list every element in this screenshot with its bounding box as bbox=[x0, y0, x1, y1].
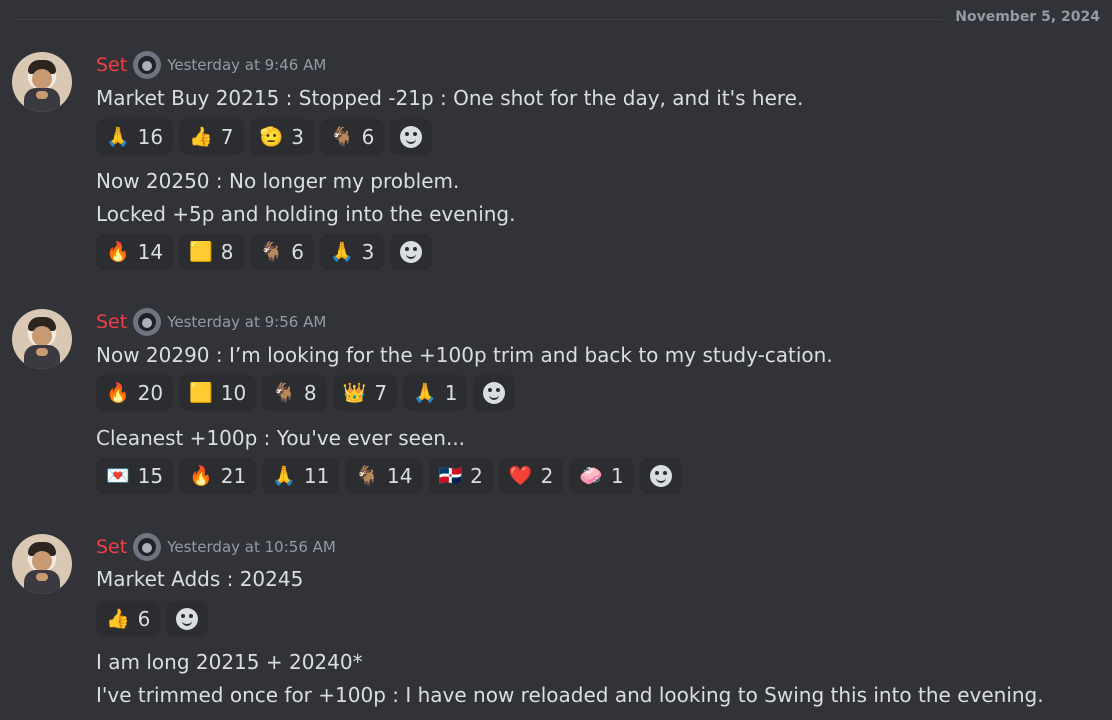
reaction-bar: 🔥 20 🟨 10 🐐 8 👑 7 🙏 1 bbox=[96, 375, 516, 411]
soap-icon: 🧼 bbox=[579, 464, 603, 487]
message-text: Locked +5p and holding into the evening. bbox=[96, 202, 516, 226]
message-text: Market Buy 20215 : Stopped -21p : One sh… bbox=[96, 86, 804, 110]
thumbs-up-icon: 👍 bbox=[189, 125, 213, 148]
message-header: Set Yesterday at 10:56 AM bbox=[96, 533, 336, 561]
reaction[interactable]: 🔥 20 bbox=[96, 375, 174, 411]
server-badge-icon[interactable] bbox=[133, 533, 162, 561]
reaction[interactable]: 🔥 14 bbox=[96, 234, 174, 270]
goat-icon: 🐐 bbox=[355, 464, 380, 487]
pray-icon: 🙏 bbox=[329, 240, 354, 263]
server-badge-icon[interactable] bbox=[133, 308, 162, 336]
reaction[interactable]: 🫡 3 bbox=[249, 119, 314, 155]
reaction[interactable]: 🙏 3 bbox=[319, 234, 385, 270]
divider-line bbox=[16, 19, 942, 20]
message-text: I am long 20215 + 20240* bbox=[96, 650, 363, 674]
add-reaction-button[interactable] bbox=[166, 601, 209, 637]
message-header: Set Yesterday at 9:46 AM bbox=[96, 51, 326, 79]
reaction[interactable]: 🐐 14 bbox=[345, 458, 423, 494]
pray-icon: 🙏 bbox=[413, 381, 437, 404]
goat-icon: 🐐 bbox=[329, 125, 354, 148]
message-text: Now 20250 : No longer my problem. bbox=[96, 169, 460, 193]
reaction[interactable]: 🔥 21 bbox=[179, 458, 257, 494]
goat-icon: 🐐 bbox=[272, 381, 296, 404]
date-label: November 5, 2024 bbox=[955, 9, 1100, 25]
only-one-set-icon: 🟨 bbox=[189, 381, 213, 404]
reaction[interactable]: 🧼 1 bbox=[569, 458, 634, 494]
pray-icon: 🙏 bbox=[106, 125, 130, 148]
add-reaction-button[interactable] bbox=[390, 234, 433, 270]
reaction[interactable]: ❤️ 2 bbox=[498, 458, 564, 494]
fire-icon: 🔥 bbox=[106, 240, 130, 263]
reaction[interactable]: 🐐 8 bbox=[262, 375, 327, 411]
reaction-bar: 🙏 16 👍 7 🫡 3 🐐 6 bbox=[96, 119, 433, 155]
smiley-icon bbox=[483, 382, 506, 404]
reaction[interactable]: 🟨 10 bbox=[179, 375, 257, 411]
reaction-bar: 🔥 14 🟨 8 🐐 6 🙏 3 bbox=[96, 234, 433, 270]
add-reaction-button[interactable] bbox=[639, 458, 682, 494]
reaction[interactable]: 🐐 6 bbox=[249, 234, 314, 270]
smiley-icon bbox=[176, 608, 199, 630]
avatar[interactable] bbox=[12, 309, 72, 369]
love-letter-icon: 💌 bbox=[106, 464, 130, 487]
reaction[interactable]: 💌 15 bbox=[96, 458, 174, 494]
smiley-icon bbox=[400, 126, 423, 148]
flag-icon: 🇩🇴 bbox=[438, 464, 463, 487]
server-badge-icon[interactable] bbox=[133, 51, 162, 79]
timestamp[interactable]: Yesterday at 9:46 AM bbox=[167, 56, 326, 74]
thumbs-up-icon: 👍 bbox=[106, 607, 130, 630]
message-text: I've trimmed once for +100p : I have now… bbox=[96, 683, 1044, 707]
username[interactable]: Set bbox=[96, 54, 127, 76]
goat-icon: 🐐 bbox=[259, 240, 284, 263]
fire-icon: 🔥 bbox=[189, 464, 213, 487]
message-text: Cleanest +100p : You've ever seen... bbox=[96, 426, 466, 450]
message-header: Set Yesterday at 9:56 AM bbox=[96, 308, 326, 336]
date-divider: November 5, 2024 bbox=[16, 0, 1112, 38]
smiley-icon bbox=[400, 241, 423, 263]
avatar[interactable] bbox=[12, 534, 72, 594]
smiley-icon bbox=[649, 465, 672, 487]
reaction[interactable]: 👍 7 bbox=[179, 119, 244, 155]
reaction-bar: 👍 6 bbox=[96, 601, 209, 637]
add-reaction-button[interactable] bbox=[390, 119, 433, 155]
reaction[interactable]: 🐐 6 bbox=[319, 119, 385, 155]
reaction[interactable]: 🟨 8 bbox=[179, 234, 244, 270]
only-one-set-icon: 🟨 bbox=[189, 240, 213, 263]
timestamp[interactable]: Yesterday at 9:56 AM bbox=[167, 313, 326, 331]
salute-icon: 🫡 bbox=[259, 125, 284, 148]
reaction[interactable]: 🇩🇴 2 bbox=[428, 458, 493, 494]
reaction[interactable]: 🙏 16 bbox=[96, 119, 174, 155]
reaction[interactable]: 👍 6 bbox=[96, 601, 161, 637]
avatar[interactable] bbox=[12, 52, 72, 112]
reaction[interactable]: 🙏 1 bbox=[403, 375, 468, 411]
pray-icon: 🙏 bbox=[272, 464, 296, 487]
message-text: Now 20290 : I’m looking for the +100p tr… bbox=[96, 343, 833, 367]
message-text: Market Adds : 20245 bbox=[96, 567, 304, 591]
crown-icon: 👑 bbox=[342, 381, 367, 404]
heart-icon: ❤️ bbox=[508, 464, 533, 487]
reaction[interactable]: 👑 7 bbox=[332, 375, 398, 411]
timestamp[interactable]: Yesterday at 10:56 AM bbox=[167, 538, 336, 556]
username[interactable]: Set bbox=[96, 311, 127, 333]
fire-icon: 🔥 bbox=[106, 381, 130, 404]
reaction-bar: 💌 15 🔥 21 🙏 11 🐐 14 🇩🇴 2 ❤️ 2 🧼 1 bbox=[96, 458, 682, 494]
add-reaction-button[interactable] bbox=[473, 375, 516, 411]
username[interactable]: Set bbox=[96, 536, 127, 558]
reaction[interactable]: 🙏 11 bbox=[262, 458, 340, 494]
